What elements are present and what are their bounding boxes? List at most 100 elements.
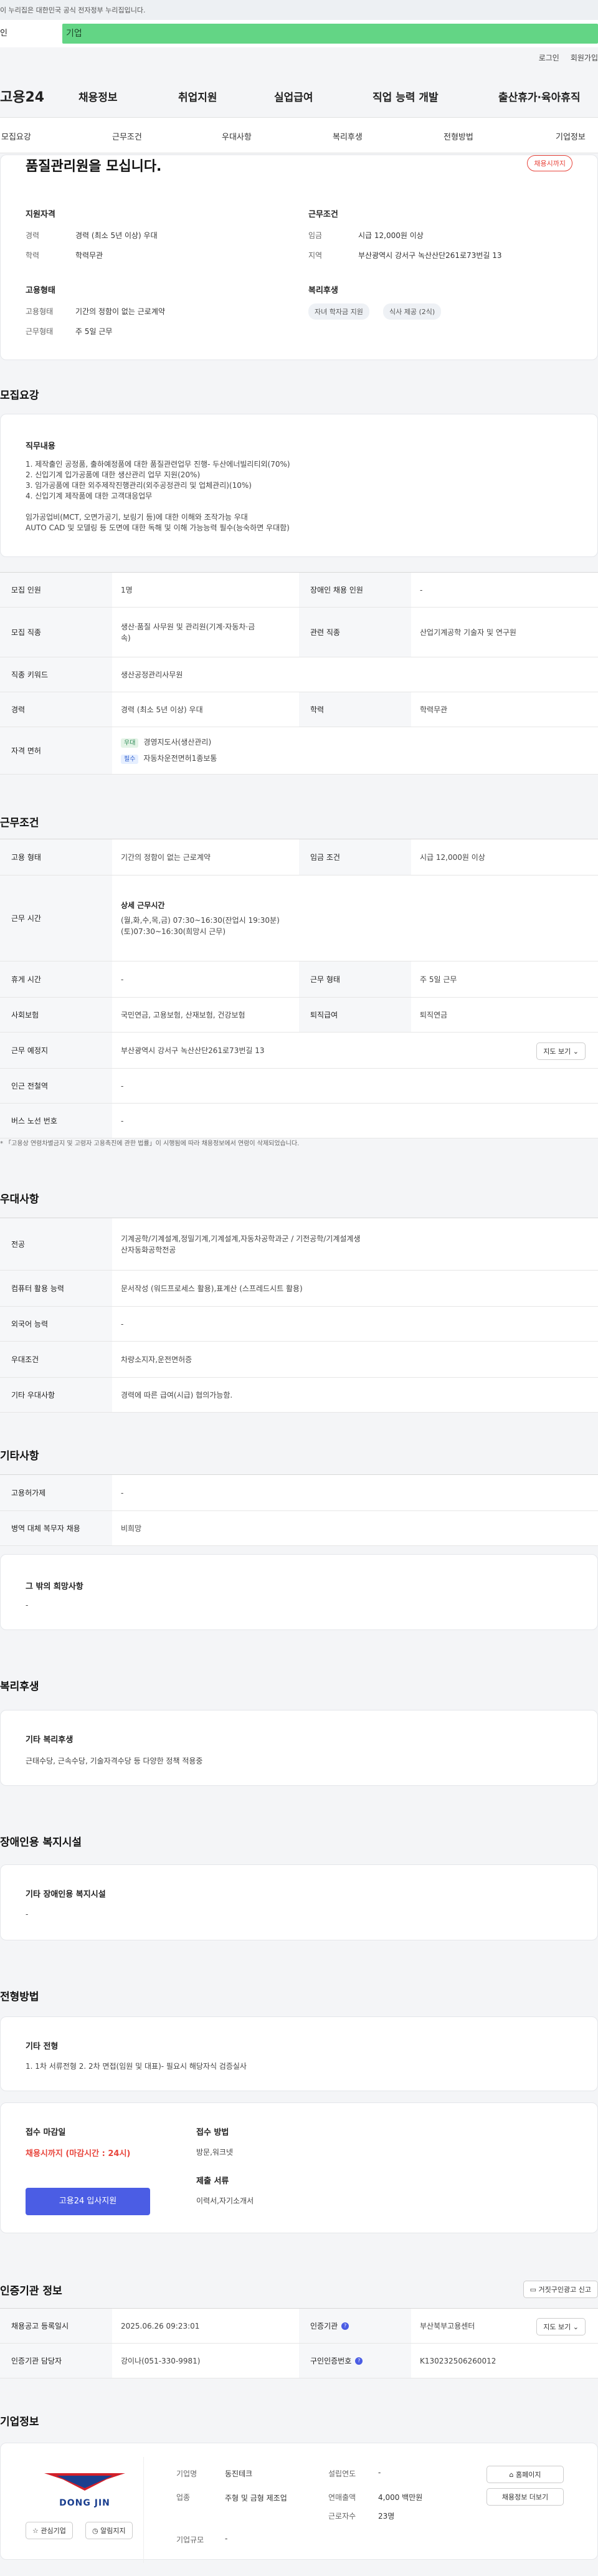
gnb-item-unemployment-benefit[interactable]: 실업급여 xyxy=(274,88,313,104)
subnav-company[interactable]: 기업정보 xyxy=(556,130,586,142)
subnav-welfare[interactable]: 복리후생 xyxy=(333,130,363,142)
report-fake-ad-button[interactable]: ▭ 거짓구인광고 신고 xyxy=(523,2281,598,2298)
company-logo-mark xyxy=(44,2473,125,2491)
gnb-item-parental-leave[interactable]: 출산휴가·육아휴직 xyxy=(498,88,581,104)
table-row: 근무 예정지 부산광역시 강서구 녹산산단261로73번길 13 지도 보기 ⌄ xyxy=(0,1033,598,1069)
worktype-label: 근무형태 xyxy=(26,327,54,336)
site-logo[interactable]: 고용24 xyxy=(0,86,44,106)
table-header: 고용허가제 xyxy=(0,1475,112,1510)
join-link[interactable]: 회원가입 xyxy=(571,54,598,62)
section-subnav: 모집요강 근무조건 우대사항 복리후생 전형방법 기업정보 xyxy=(0,117,598,153)
chevron-down-icon: ⌄ xyxy=(572,1047,579,1056)
license-item: 필수 자동차운전면허1종보통 xyxy=(121,753,217,765)
license-item: 우대 경영지도사(생산관리) xyxy=(121,737,211,749)
table-header: 버스 노선 번호 xyxy=(0,1104,112,1138)
company-card: DONG JIN ☆ 관심기업 ◷ 알림지지 기업명 동진테크 업종 주형 및 … xyxy=(0,2443,598,2563)
table-cell: 부산광역시 강서구 녹산산단261로73번길 13 xyxy=(121,1046,265,1055)
career-label: 경력 xyxy=(26,231,40,240)
section-title-etc: 기타사항 xyxy=(0,1450,39,1462)
table-row: 전공 기계공학/기계설계,정밀기계,기계설계,자동차공학과군 / 기전공학/기계… xyxy=(0,1218,598,1271)
table-cell: 1명 xyxy=(121,585,133,594)
company-industry-label: 업종 xyxy=(176,2493,191,2502)
table-row: 인증기관 담당자 강이나(051-330-9981) 구인인증번호? K1302… xyxy=(0,2344,598,2378)
table-header: 모집 직종 xyxy=(0,608,112,657)
table-row: 모집 인원 1명 장애인 채용 인원 - xyxy=(0,573,598,608)
tab-bar: 인 기업 xyxy=(0,20,598,47)
disability-box-value: - xyxy=(26,1910,29,1919)
duty-line: 1. 제작출인 공정품, 출하예정품에 대한 품질관련업무 진행- 두산에너빌리… xyxy=(26,460,290,469)
subnav-recruit[interactable]: 모집요강 xyxy=(1,130,31,142)
duty-line: 4. 신입기계 제작품에 대한 고객대응업무 xyxy=(26,492,153,500)
table-cell: 강이나(051-330-9981) xyxy=(121,2356,201,2365)
docs-value: 이력서,자기소개서 xyxy=(196,2197,254,2205)
job-headline: 품질관리원을 모십니다. xyxy=(26,159,162,174)
other-wish-value: - xyxy=(26,1601,29,1610)
star-icon: ☆ xyxy=(32,2527,39,2535)
gnb-item-jobs[interactable]: 채용정보 xyxy=(78,88,118,104)
login-link[interactable]: 로그인 xyxy=(539,54,559,62)
subscribe-button[interactable]: ◷ 알림지지 xyxy=(85,2522,133,2539)
company-name-value: 동진테크 xyxy=(225,2469,253,2478)
table-header: 고용 형태 xyxy=(0,839,112,875)
deadline-title: 접수 마감일 xyxy=(26,2128,66,2137)
summary-card: 품질관리원을 모십니다. 채용시까지 지원자격 경력 경력 (최소 5년 이상)… xyxy=(0,155,598,360)
more-jobs-button[interactable]: 채용정보 더보기 xyxy=(486,2488,564,2506)
license-list: 우대 경영지도사(생산관리) 필수 자동차운전면허1종보통 xyxy=(112,727,598,774)
method-value: 방문,워크넷 xyxy=(196,2148,234,2157)
table-cell: 시급 12,000원 이상 xyxy=(420,852,485,862)
company-scale-value: - xyxy=(225,2534,228,2543)
table-header: 관련 직종 xyxy=(299,608,411,657)
section-title-work: 근무조건 xyxy=(0,817,39,829)
table-header-text: 인증기관 xyxy=(310,2322,338,2330)
gnb-item-vocational-training[interactable]: 직업 능력 개발 xyxy=(373,88,439,104)
info-icon[interactable]: ? xyxy=(341,2322,349,2330)
duty-line: 3. 임가공품에 대한 외주제작진행관리(외주공정관리 및 업체관리)(10%) xyxy=(26,481,252,490)
emptype-label: 고용형태 xyxy=(26,307,54,316)
subnav-process[interactable]: 전형방법 xyxy=(444,130,473,142)
interest-label: 관심기업 xyxy=(40,2527,66,2535)
work-time-line: (월,화,수,목,금) 07:30~16:30(잔업시 19:30분) xyxy=(121,915,280,925)
subnav-pref[interactable]: 우대사항 xyxy=(222,130,252,142)
table-row: 직종 키워드 생산공정관리사무원 xyxy=(0,657,598,692)
interest-company-button[interactable]: ☆ 관심기업 xyxy=(26,2522,73,2539)
table-cell: 학력무관 xyxy=(420,705,448,714)
table-cell: - xyxy=(121,1488,124,1497)
age-law-note: * 「고용상 연령차별금지 및 고령자 고용촉진에 관한 법률」이 시행됨에 따… xyxy=(0,1140,300,1147)
table-header: 모집 인원 xyxy=(0,573,112,607)
process-box-value: 1. 1차 서류전형 2. 2차 면접(임원 및 대표)- 필요시 해당자식 검… xyxy=(26,2062,247,2071)
info-icon[interactable]: ? xyxy=(355,2357,363,2365)
pref-table: 전공 기계공학/기계설계,정밀기계,기계설계,자동차공학과군 / 기전공학/기계… xyxy=(0,1218,598,1413)
company-revenue-value: 4,000 백만원 xyxy=(378,2493,423,2502)
table-header: 직종 키워드 xyxy=(0,657,112,692)
section-title-pref: 우대사항 xyxy=(0,1193,39,1206)
other-wish-box: 그 밖의 희망사항 - xyxy=(0,1554,598,1630)
worktype-value: 주 5일 근무 xyxy=(75,327,113,336)
apply-box: 접수 마감일 채용시까지 (마감시간 : 24시) 고용24 입사지원 접수 방… xyxy=(0,2102,598,2233)
table-row: 버스 노선 번호 - xyxy=(0,1104,598,1138)
table-header: 구인인증번호? xyxy=(299,2344,411,2378)
apply-button[interactable]: 고용24 입사지원 xyxy=(26,2188,150,2215)
cert-map-button[interactable]: 지도 보기 ⌄ xyxy=(536,2318,586,2335)
table-row: 자격 면허 우대 경영지도사(생산관리) 필수 자동차운전면허1종보통 xyxy=(0,727,598,775)
table-cell: - xyxy=(121,975,124,984)
subnav-work[interactable]: 근무조건 xyxy=(112,130,142,142)
other-wish-title: 그 밖의 희망사항 xyxy=(26,1582,83,1591)
tab-company[interactable]: 기업 xyxy=(62,24,598,44)
etc-table: 고용허가제 - 병역 대체 복무자 채용 비희망 xyxy=(0,1474,598,1546)
cert-map-label: 지도 보기 xyxy=(543,2323,571,2331)
homepage-button[interactable]: ⌂ 홈페이지 xyxy=(486,2466,564,2483)
table-header: 사회보험 xyxy=(0,998,112,1032)
table-header: 우대조건 xyxy=(0,1342,112,1377)
tab-individual[interactable]: 인 xyxy=(0,20,62,47)
section-title-welfare: 복리후생 xyxy=(0,1681,39,1693)
deadline-value: 채용시까지 (마감시간 : 24시) xyxy=(26,2149,131,2159)
table-cell: 경력 (최소 5년 이상) 우대 xyxy=(121,705,203,714)
table-row: 채용공고 등록일시 2025.06.26 09:23:01 인증기관? 부산북부… xyxy=(0,2309,598,2344)
table-cell: - xyxy=(420,585,423,594)
duty-line: 2. 신입기계 입가공품에 대한 생산관리 업무 지원(20%) xyxy=(26,470,201,479)
map-view-button[interactable]: 지도 보기 ⌄ xyxy=(536,1042,586,1060)
disability-box-title: 기타 장애인용 복지시설 xyxy=(26,1890,106,1899)
cert-table: 채용공고 등록일시 2025.06.26 09:23:01 인증기관? 부산북부… xyxy=(0,2308,598,2378)
career-value: 경력 (최소 5년 이상) 우대 xyxy=(75,231,158,240)
gnb-item-employment-support[interactable]: 취업지원 xyxy=(178,88,217,104)
